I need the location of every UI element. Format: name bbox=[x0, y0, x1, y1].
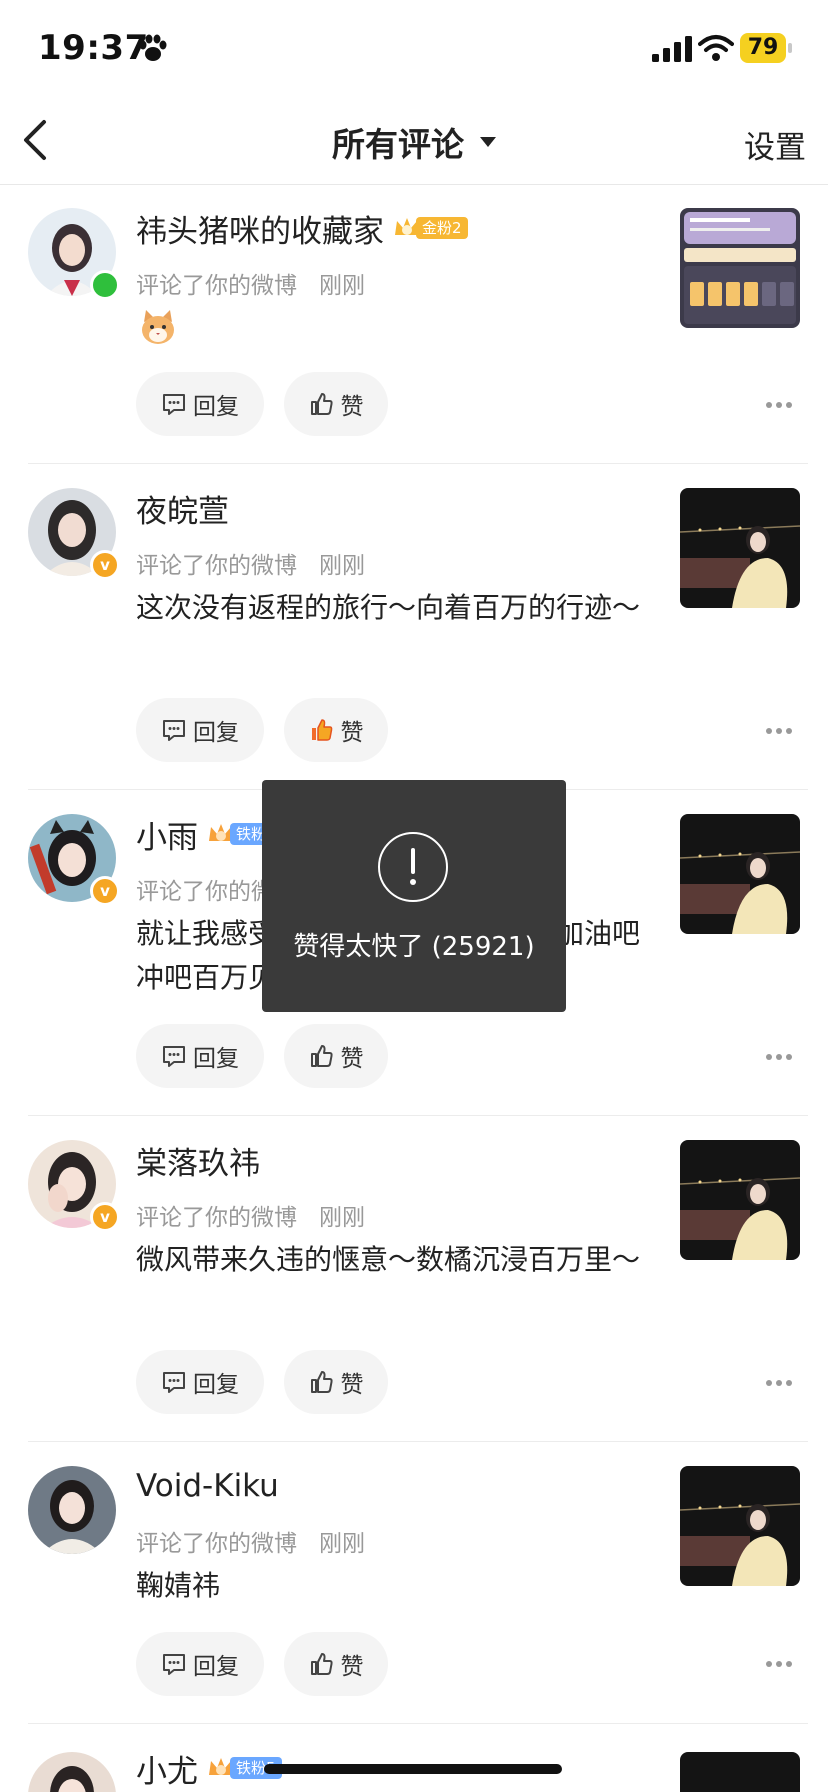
settings-button[interactable]: 设置 bbox=[744, 122, 806, 167]
more-options-icon[interactable] bbox=[764, 726, 794, 736]
more-options-icon[interactable] bbox=[764, 400, 794, 410]
reply-button[interactable]: 回复 bbox=[136, 1024, 264, 1088]
thumbs-up-icon bbox=[310, 1045, 333, 1067]
reply-button[interactable]: 回复 bbox=[136, 1350, 264, 1414]
verified-badge: v bbox=[90, 876, 120, 906]
comment-item[interactable]: 小尤 铁粉5 bbox=[0, 1724, 828, 1792]
paw-icon bbox=[139, 34, 167, 61]
commenter-name[interactable]: 小尤 bbox=[136, 1746, 198, 1791]
more-options-icon[interactable] bbox=[764, 1052, 794, 1062]
comment-item[interactable]: Void-Kiku 评论了你的微博 刚刚 鞠婧祎 回复 赞 bbox=[0, 1442, 828, 1724]
battery-icon: 79 bbox=[740, 33, 792, 63]
post-thumbnail[interactable] bbox=[680, 208, 800, 328]
like-button[interactable]: 赞 bbox=[284, 1632, 388, 1696]
comment-icon bbox=[163, 1046, 185, 1067]
cellular-signal-icon bbox=[652, 36, 692, 62]
comment-meta: 评论了你的微博刚刚 bbox=[136, 553, 365, 579]
thumbs-up-filled-icon bbox=[311, 719, 332, 741]
commenter-name[interactable]: 棠落玖祎 bbox=[136, 1138, 260, 1183]
comment-icon bbox=[163, 720, 185, 741]
avatar[interactable] bbox=[28, 1466, 116, 1554]
comment-icon bbox=[163, 1372, 185, 1393]
post-thumbnail[interactable] bbox=[680, 488, 800, 608]
reply-button[interactable]: 回复 bbox=[136, 698, 264, 762]
home-indicator bbox=[264, 1764, 562, 1774]
comment-text: 这次没有返程的旅行～向着百万的行迹～ bbox=[136, 591, 641, 624]
thumbs-up-icon bbox=[310, 1371, 333, 1393]
commenter-name[interactable]: 祎头猪咪的收藏家 bbox=[136, 206, 384, 251]
fan-badge[interactable]: 金粉2 bbox=[392, 214, 468, 242]
comment-item[interactable]: v 夜皖萱 评论了你的微博 刚刚 这次没有返程的旅行～向着百万的行迹～ 回复 赞 bbox=[0, 464, 828, 790]
verified-badge: v bbox=[90, 550, 120, 580]
more-options-icon[interactable] bbox=[764, 1378, 794, 1388]
post-thumbnail[interactable] bbox=[680, 1140, 800, 1260]
thumbs-up-icon bbox=[310, 393, 333, 415]
status-bar: 19:37 79 bbox=[0, 0, 828, 100]
caret-down-icon[interactable] bbox=[480, 137, 496, 147]
status-time: 19:37 bbox=[38, 28, 149, 68]
comment-text: 鞠婧祎 bbox=[136, 1569, 221, 1602]
rate-limit-toast: 赞得太快了 (25921) bbox=[262, 780, 566, 1012]
exclamation-icon bbox=[378, 832, 448, 902]
verified-badge: v bbox=[90, 1202, 120, 1232]
toast-message: 赞得太快了 (25921) bbox=[293, 932, 535, 962]
cat-face-sticker-icon bbox=[142, 310, 174, 344]
commenter-name[interactable]: 小雨 bbox=[136, 812, 198, 857]
comment-item[interactable]: 祎头猪咪的收藏家 金粉2 评论了你的微博 刚刚 回复 赞 bbox=[0, 184, 828, 464]
post-thumbnail[interactable] bbox=[680, 1752, 800, 1792]
avatar[interactable] bbox=[28, 1752, 116, 1792]
comment-item[interactable]: v 棠落玖祎 评论了你的微博 刚刚 微风带来久违的惬意～数橘沉浸百万里～ 回复 赞 bbox=[0, 1116, 828, 1442]
comment-icon bbox=[163, 1654, 185, 1675]
comment-meta: 评论了你的微博刚刚 bbox=[136, 1531, 365, 1557]
comment-text: 微风带来久违的惬意～数橘沉浸百万里～ bbox=[136, 1243, 641, 1276]
comment-icon bbox=[163, 394, 185, 415]
post-thumbnail[interactable] bbox=[680, 814, 800, 934]
commenter-name[interactable]: 夜皖萱 bbox=[136, 486, 229, 531]
page-title-dropdown[interactable]: 所有评论 bbox=[332, 118, 464, 166]
reply-button[interactable]: 回复 bbox=[136, 1632, 264, 1696]
like-button[interactable]: 赞 bbox=[284, 372, 388, 436]
wifi-icon bbox=[698, 35, 734, 61]
more-options-icon[interactable] bbox=[764, 1659, 794, 1669]
thumbs-up-icon bbox=[310, 1653, 333, 1675]
online-status-dot bbox=[90, 270, 120, 300]
reply-button[interactable]: 回复 bbox=[136, 372, 264, 436]
comment-meta: 评论了你的微博刚刚 bbox=[136, 273, 365, 299]
like-button[interactable]: 赞 bbox=[284, 1350, 388, 1414]
battery-level: 79 bbox=[747, 35, 779, 60]
like-button-liked[interactable]: 赞 bbox=[284, 698, 388, 762]
nav-bar: 所有评论 设置 bbox=[0, 100, 828, 185]
post-thumbnail[interactable] bbox=[680, 1466, 800, 1586]
commenter-name[interactable]: Void-Kiku bbox=[136, 1468, 279, 1504]
comment-meta: 评论了你的微博刚刚 bbox=[136, 1205, 365, 1231]
like-button[interactable]: 赞 bbox=[284, 1024, 388, 1088]
